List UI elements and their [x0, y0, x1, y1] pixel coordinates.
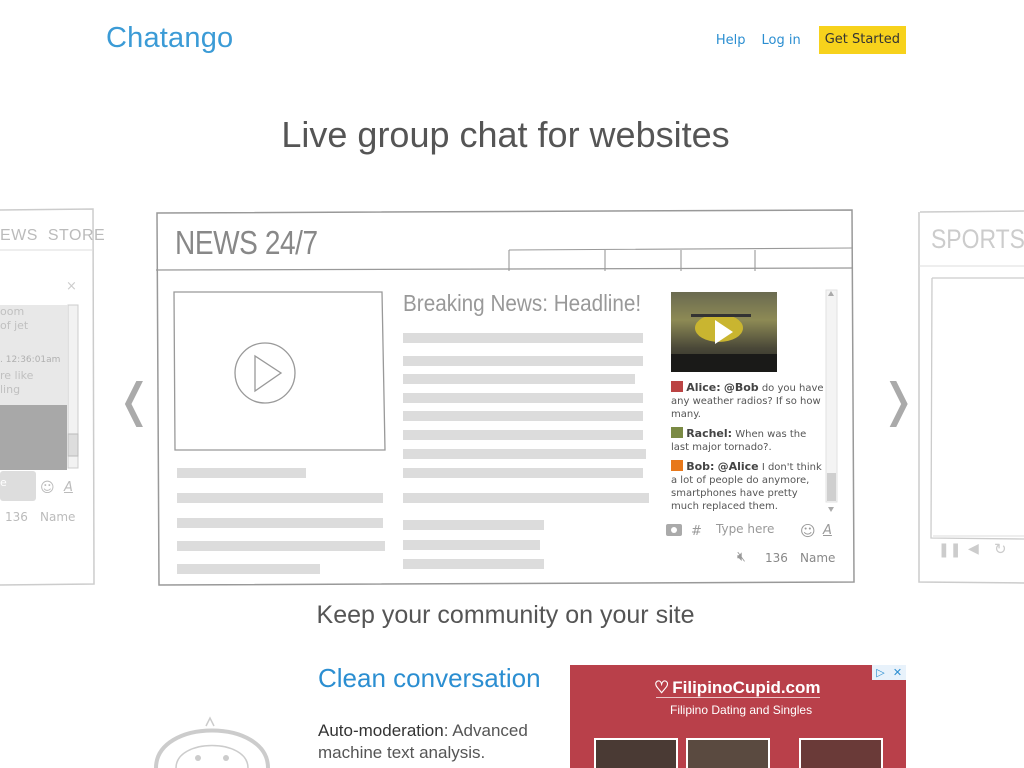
chat-input[interactable]: Type here: [716, 522, 796, 536]
site-title: NEWS 24/7: [175, 224, 318, 261]
camera-icon[interactable]: [666, 524, 682, 536]
left-panel-smiley-icon[interactable]: ☺: [40, 480, 55, 496]
ad-photo: [799, 738, 883, 768]
avatar-icon: [671, 427, 683, 438]
carousel-right-panel[interactable]: SPORTS ❚❚ ◀ ↻: [916, 208, 1024, 586]
feature-bold: Auto-moderation: [318, 721, 444, 740]
mute-icon[interactable]: 🔇︎: [737, 549, 746, 565]
ad-brand-text: FilipinoCupid.com: [672, 678, 821, 697]
left-panel-nav: EWS STORE: [0, 227, 106, 244]
community-headline: Keep your community on your site: [316, 601, 695, 629]
message-author: Bob:: [686, 460, 715, 473]
volume-icon[interactable]: ◀: [968, 541, 979, 557]
left-panel-close[interactable]: ×: [66, 279, 77, 294]
video-thumbnail[interactable]: [671, 292, 777, 372]
login-link[interactable]: Log in: [761, 33, 800, 48]
font-style-button[interactable]: A: [823, 523, 832, 538]
adchoices-icon[interactable]: ▷: [872, 665, 889, 680]
left-panel-input-hint: e: [0, 476, 7, 489]
avatar-icon: [671, 381, 683, 392]
left-panel-sketch: [0, 208, 95, 586]
hashtag-button[interactable]: #: [691, 524, 702, 539]
carousel-left-panel[interactable]: EWS STORE × oom of jet . 12:36:01am re l…: [0, 208, 105, 586]
feature-description: Auto-moderation: Advanced machine text a…: [318, 720, 558, 764]
user-count: 136: [765, 551, 788, 565]
left-panel-line-1: oom: [0, 305, 25, 318]
message-author: Rachel:: [686, 427, 733, 440]
left-panel-line-2: of jet: [0, 319, 29, 332]
hero-headline: Live group chat for websites: [281, 114, 730, 155]
article-text-bars: [177, 333, 649, 574]
chat-message: Alice: @Bob do you have any weather radi…: [671, 381, 826, 421]
name-button[interactable]: Name: [800, 551, 835, 565]
help-link[interactable]: Help: [716, 33, 746, 48]
chat-message: Bob: @Alice I don't think a lot of peopl…: [671, 460, 826, 513]
left-panel-name[interactable]: Name: [40, 510, 75, 524]
right-panel-site-title: SPORTS: [931, 224, 1024, 254]
play-icon[interactable]: [715, 320, 733, 344]
carousel-next-arrow[interactable]: ❭: [879, 372, 918, 428]
carousel-main-panel: NEWS 24/7 Breaking News: Headline! Alice…: [154, 208, 858, 588]
message-author: Alice:: [686, 381, 721, 394]
get-started-button[interactable]: Get Started: [818, 26, 906, 54]
ad-close-button[interactable]: ✕: [889, 665, 906, 680]
smiley-icon[interactable]: ☺: [800, 522, 816, 540]
left-panel-line-3: . 12:36:01am: [0, 355, 61, 365]
left-panel-line-4: re like: [0, 369, 34, 382]
left-panel-count: 136: [5, 510, 28, 524]
ad-photo: [594, 738, 678, 768]
article-headline: Breaking News: Headline!: [403, 290, 642, 316]
ad-tagline: Filipino Dating and Singles: [670, 703, 813, 717]
avatar-icon: [671, 460, 683, 471]
chat-message: Rachel: When was the last major tornado?…: [671, 427, 826, 454]
left-panel-line-5: ling: [0, 383, 21, 396]
message-mention: @Alice: [717, 460, 759, 473]
logo[interactable]: Chatango: [106, 22, 233, 55]
mascot-illustration: [154, 716, 270, 768]
left-panel-font-button[interactable]: A: [64, 480, 73, 495]
pause-icon[interactable]: ❚❚: [938, 542, 961, 558]
ad-brand: ♡ FilipinoCupid.com: [654, 678, 821, 698]
replay-icon[interactable]: ↻: [994, 540, 1007, 558]
feature-title: Clean conversation: [318, 663, 541, 693]
heart-icon: ♡: [654, 678, 670, 697]
right-panel-sketch: [918, 210, 1024, 584]
advertisement[interactable]: ▷ ✕ ♡ FilipinoCupid.com Filipino Dating a…: [570, 665, 906, 768]
carousel-prev-arrow[interactable]: ❬: [115, 372, 154, 428]
ad-divider: [656, 697, 820, 698]
top-nav: Help Log in Get Started: [716, 26, 906, 54]
ad-photo: [686, 738, 770, 768]
message-mention: @Bob: [723, 381, 759, 394]
